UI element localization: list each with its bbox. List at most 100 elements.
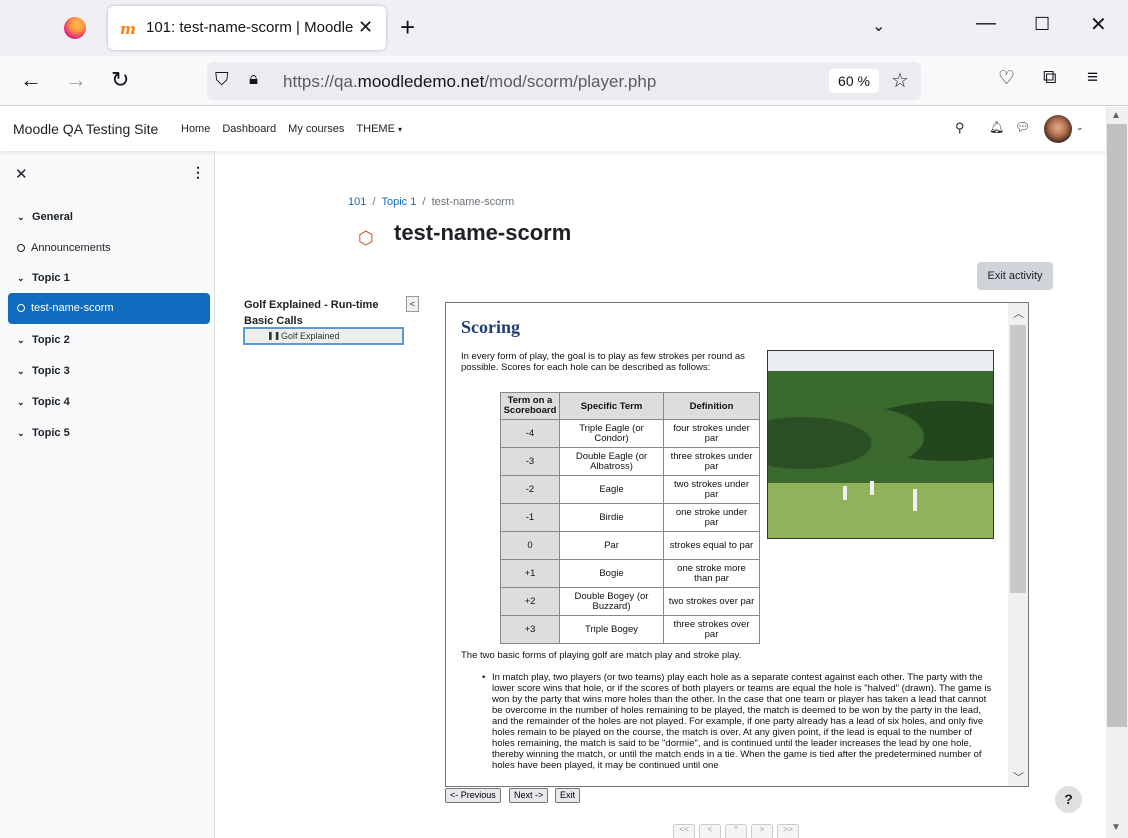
table-cell: three strokes over par (663, 615, 760, 644)
chevron-down-icon[interactable]: ⌄ (17, 263, 32, 294)
browser-tab[interactable]: m 101: test-name-scorm | Moodle ✕ (108, 6, 386, 50)
bell-icon[interactable]: 🔔︎ (989, 120, 1004, 134)
zoom-level[interactable]: 60 % (829, 69, 879, 93)
chevron-down-icon[interactable]: ⌄ (17, 202, 32, 233)
pocket-icon[interactable]: ♡ (998, 67, 1015, 90)
content-bullet-match-play: In match play, two players (or two teams… (482, 672, 996, 771)
course-index-topic-5[interactable]: ⌄ Topic 5 (8, 418, 210, 449)
course-index-announcements[interactable]: Announcements (8, 233, 210, 264)
chevron-down-icon[interactable]: ⌄ (17, 418, 32, 449)
table-body: -4 Triple Eagle (or Condor) four strokes u… (500, 419, 760, 644)
course-index-topic-3[interactable]: ⌄ Topic 3 (8, 356, 210, 387)
scroll-up-icon[interactable]: ▲ (1111, 110, 1121, 121)
url-text: https://qa.moodledemo.net/mod/scorm/play… (283, 72, 657, 91)
content-intro: In every form of play, the goal is to pl… (461, 351, 745, 373)
pager-prev[interactable]: < (699, 824, 721, 838)
chevron-down-icon[interactable]: ⌄ (17, 356, 32, 387)
course-index-test-name-scorm[interactable]: test-name-scorm (8, 293, 210, 324)
pager-last[interactable]: >> (777, 824, 799, 838)
completion-circle-icon (17, 244, 25, 252)
maximize-icon[interactable]: ☐ (1034, 14, 1050, 35)
menu-icon[interactable]: ≡ (1087, 67, 1098, 89)
breadcrumb: 101 / Topic 1 / test-name-scorm (348, 196, 514, 208)
scorm-pager: << < ^ > >> (673, 824, 799, 838)
table-cell: +1 (500, 559, 560, 588)
close-tab-icon[interactable]: ✕ (358, 17, 373, 38)
frame-scrollbar[interactable]: ︿ ﹀ (1008, 303, 1028, 786)
nav-dashboard[interactable]: Dashboard (222, 123, 276, 135)
back-icon[interactable]: ← (20, 67, 42, 93)
address-bar[interactable]: ⛉ 🔒︎ https://qa.moodledemo.net/mod/scorm… (207, 62, 921, 100)
search-icon[interactable]: ⚲ (955, 120, 965, 136)
table-cell: two strokes under par (663, 475, 760, 504)
nav-home[interactable]: Home (181, 123, 210, 135)
previous-button[interactable]: <- Previous (445, 788, 501, 803)
toc-node[interactable]: ❚❚ Golf Explained (243, 327, 404, 345)
close-drawer-icon[interactable]: ✕ (15, 165, 28, 183)
table-cell: strokes equal to par (663, 531, 760, 560)
breadcrumb-course[interactable]: 101 (348, 196, 366, 208)
exit-activity-button[interactable]: Exit activity (977, 262, 1053, 290)
site-name[interactable]: Moodle QA Testing Site (13, 121, 158, 137)
toc-toggle-button[interactable]: < (406, 296, 419, 312)
table-row: +3 Triple Bogey three strokes over par (500, 615, 760, 644)
breadcrumb-separator: / (419, 196, 432, 208)
table-cell: -3 (500, 447, 560, 476)
pager-up[interactable]: ^ (725, 824, 747, 838)
content-heading: Scoring (461, 317, 521, 337)
nav-my-courses[interactable]: My courses (288, 123, 344, 135)
firefox-icon (64, 17, 86, 39)
photo-golfer (843, 486, 847, 500)
table-cell: four strokes under par (663, 419, 760, 448)
course-index-topic-1[interactable]: ⌄ Topic 1 (8, 263, 210, 294)
chat-icon[interactable]: 💬︎ (1015, 120, 1030, 134)
new-tab-icon[interactable]: + (400, 12, 415, 43)
page-title: test-name-scorm (394, 220, 572, 245)
table-row: -4 Triple Eagle (or Condor) four strokes u… (500, 419, 760, 448)
frame-scrollbar-thumb[interactable] (1010, 325, 1026, 593)
kebab-menu-icon[interactable]: ⋮ (191, 164, 205, 181)
table-row: 0 Par strokes equal to par (500, 531, 760, 560)
help-button[interactable]: ? (1055, 786, 1082, 813)
completion-circle-icon (17, 304, 25, 312)
course-index-topic-2[interactable]: ⌄ Topic 2 (8, 325, 210, 356)
reload-icon[interactable]: ↻ (111, 67, 129, 93)
avatar[interactable] (1044, 115, 1072, 143)
course-index-topic-4[interactable]: ⌄ Topic 4 (8, 387, 210, 418)
scroll-down-icon[interactable]: ▼ (1111, 822, 1121, 833)
breadcrumb-current: test-name-scorm (431, 196, 515, 208)
close-window-icon[interactable]: ✕ (1090, 12, 1107, 37)
list-tabs-icon[interactable]: ⌄ (872, 16, 885, 36)
table-row: +2 Double Bogey (or Buzzard) two strokes o… (500, 587, 760, 616)
chevron-down-icon[interactable]: ﹀ (1013, 769, 1024, 785)
bookmark-star-icon[interactable]: ☆ (891, 68, 909, 93)
photo-trees (768, 371, 993, 491)
chevron-down-icon[interactable]: ⌄ (17, 387, 32, 418)
table-cell: two strokes over par (663, 587, 760, 616)
table-cell: Birdie (559, 503, 664, 532)
minimize-icon[interactable]: — (976, 12, 996, 35)
next-button[interactable]: Next -> (509, 788, 549, 803)
shield-icon[interactable]: ⛉ (215, 69, 229, 90)
photo-grass (768, 483, 993, 538)
forward-icon[interactable]: → (65, 67, 87, 93)
page-scrollbar-thumb[interactable] (1107, 124, 1127, 727)
toc-title: Golf Explained - Run-time Basic Calls (244, 299, 379, 327)
photo-golfer (870, 481, 874, 495)
table-row: -1 Birdie one stroke under par (500, 503, 760, 532)
chevron-down-icon: ▾ (397, 125, 402, 134)
extensions-icon[interactable]: ⧉ (1043, 67, 1057, 89)
user-menu-chevron-icon[interactable]: ⌄ (1076, 122, 1084, 133)
table-cell: Double Eagle (or Albatross) (559, 447, 664, 476)
nav-theme[interactable]: THEME ▾ (356, 123, 402, 135)
exit-button[interactable]: Exit (555, 788, 581, 803)
table-cell: Eagle (559, 475, 664, 504)
chevron-up-icon[interactable]: ︿ (1013, 305, 1024, 321)
chevron-down-icon[interactable]: ⌄ (17, 325, 32, 356)
pager-next[interactable]: > (751, 824, 773, 838)
breadcrumb-topic[interactable]: Topic 1 (381, 196, 416, 208)
lock-icon[interactable]: 🔒︎ (249, 69, 258, 89)
pause-icon: ❚❚ (267, 331, 281, 340)
course-index-general[interactable]: ⌄ General (8, 202, 210, 233)
pager-first[interactable]: << (673, 824, 695, 838)
